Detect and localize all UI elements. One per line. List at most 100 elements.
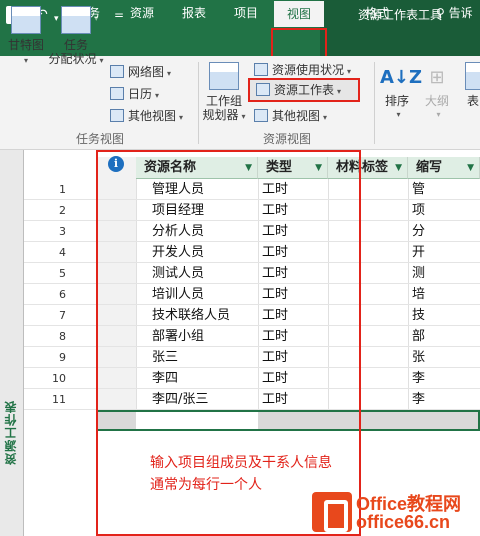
cell-resource-name[interactable]: 李四 — [152, 368, 260, 389]
cell-material-label[interactable] — [332, 326, 408, 347]
table-row[interactable]: 4 开发人员 工时 开 — [24, 242, 480, 263]
cell-initials[interactable]: 张 — [412, 347, 472, 368]
row-number[interactable]: 1 — [24, 179, 66, 200]
task-views-group-label: 任务视图 — [75, 132, 124, 146]
row-number[interactable]: 10 — [24, 368, 66, 389]
column-header-type[interactable]: 类型 ▼ — [258, 157, 328, 179]
cell-resource-name[interactable]: 技术联络人员 — [152, 305, 260, 326]
row-number[interactable]: 7 — [24, 305, 66, 326]
cell-resource-name[interactable]: 测试人员 — [152, 263, 260, 284]
new-entry-row[interactable] — [96, 410, 480, 431]
cell-type[interactable]: 工时 — [262, 200, 328, 221]
table-row[interactable]: 5 测试人员 工时 测 — [24, 263, 480, 284]
cell-resource-name[interactable]: 培训人员 — [152, 284, 260, 305]
table-row[interactable]: 3 分析人员 工时 分 — [24, 221, 480, 242]
cell-type[interactable]: 工时 — [262, 305, 328, 326]
cell-initials[interactable]: 项 — [412, 200, 472, 221]
cell-initials[interactable]: 部 — [412, 326, 472, 347]
table-row[interactable]: 11 李四/张三 工时 李 — [24, 389, 480, 410]
cell-type[interactable]: 工时 — [262, 368, 328, 389]
cell-type[interactable]: 工时 — [262, 221, 328, 242]
cell-type[interactable]: 工时 — [262, 242, 328, 263]
cell-resource-name[interactable]: 分析人员 — [152, 221, 260, 242]
cell-resource-name[interactable]: 管理人员 — [152, 179, 260, 200]
cell-initials[interactable]: 管 — [412, 179, 472, 200]
dropdown-arrow-icon[interactable]: ▼ — [467, 157, 474, 179]
cell-material-label[interactable] — [332, 284, 408, 305]
dropdown-arrow-icon[interactable]: ▼ — [245, 157, 252, 179]
table-row[interactable]: 6 培训人员 工时 培 — [24, 284, 480, 305]
cell-type[interactable]: 工时 — [262, 326, 328, 347]
tables-button[interactable]: 表 — [462, 62, 480, 108]
cell-initials[interactable]: 李 — [412, 368, 472, 389]
task-other-views-button[interactable]: 其他视图 ▾ — [110, 106, 183, 126]
column-header-resource-name[interactable]: 资源名称 ▼ — [136, 157, 258, 179]
calendar-button[interactable]: 日历 ▾ — [110, 84, 159, 104]
dropdown-arrow-icon[interactable]: ▼ — [315, 157, 322, 179]
team-planner-button[interactable]: 工作组 规划器 ▾ — [202, 62, 246, 124]
row-number[interactable]: 8 — [24, 326, 66, 347]
cell-resource-name[interactable]: 开发人员 — [152, 242, 260, 263]
tab-report[interactable]: 报表 — [172, 0, 216, 26]
cell-material-label[interactable] — [332, 242, 408, 263]
row-number[interactable]: 11 — [24, 389, 66, 410]
gantt-chart-label: 甘特图 — [7, 38, 44, 52]
cell-material-label[interactable] — [332, 179, 408, 200]
table-row[interactable]: 7 技术联络人员 工时 技 — [24, 305, 480, 326]
resource-sheet-button[interactable]: 资源工作表 ▾ — [256, 80, 341, 100]
cell-type[interactable]: 工时 — [262, 347, 328, 368]
row-number[interactable]: 2 — [24, 200, 66, 221]
cell-material-label[interactable] — [332, 263, 408, 284]
row-number[interactable]: 3 — [24, 221, 66, 242]
cell-initials[interactable]: 开 — [412, 242, 472, 263]
tell-me-search[interactable]: ⚲ 告诉 — [436, 0, 480, 26]
resource-other-views-button[interactable]: 其他视图 ▾ — [254, 106, 327, 126]
gantt-chart-button[interactable]: 甘特图 ▾ — [6, 6, 46, 68]
tab-format[interactable]: 格式 — [352, 0, 402, 26]
cell-material-label[interactable] — [332, 221, 408, 242]
cell-material-label[interactable] — [332, 305, 408, 326]
resource-usage-button[interactable]: 资源使用状况 ▾ — [254, 60, 351, 80]
dropdown-arrow-icon[interactable]: ▼ — [395, 157, 402, 179]
cell-resource-name[interactable]: 项目经理 — [152, 200, 260, 221]
cell-initials[interactable]: 培 — [412, 284, 472, 305]
tab-view[interactable]: 视图 — [274, 1, 324, 27]
cell-initials[interactable]: 李 — [412, 389, 472, 410]
cell-initials[interactable]: 测 — [412, 263, 472, 284]
cell-initials[interactable]: 技 — [412, 305, 472, 326]
row-number[interactable]: 9 — [24, 347, 66, 368]
cell-type[interactable]: 工时 — [262, 389, 328, 410]
tab-resource[interactable]: 资源 — [120, 0, 164, 26]
gantt-chart-icon — [11, 6, 41, 34]
row-number[interactable]: 4 — [24, 242, 66, 263]
table-row[interactable]: 2 项目经理 工时 项 — [24, 200, 480, 221]
table-row[interactable]: 8 部署小组 工时 部 — [24, 326, 480, 347]
table-row[interactable]: 10 李四 工时 李 — [24, 368, 480, 389]
column-header-label: 资源名称 — [144, 160, 197, 175]
cell-type[interactable]: 工时 — [262, 179, 328, 200]
column-header-initials[interactable]: 缩写 ▼ — [408, 157, 480, 179]
network-diagram-button[interactable]: 网络图 ▾ — [110, 62, 171, 82]
cell-material-label[interactable] — [332, 347, 408, 368]
column-header-material-label[interactable]: 材料标签 ▼ — [328, 157, 408, 179]
cell-type[interactable]: 工时 — [262, 284, 328, 305]
outline-button[interactable]: ⊞ 大纲 ▾ — [420, 62, 454, 122]
task-usage-button[interactable]: 任务 分配状况 ▾ — [48, 6, 104, 68]
cell-material-label[interactable] — [332, 368, 408, 389]
cell-resource-name[interactable]: 李四/张三 — [152, 389, 260, 410]
cell-resource-name[interactable]: 部署小组 — [152, 326, 260, 347]
table-row[interactable]: 1 管理人员 工时 管 — [24, 179, 480, 200]
table-row[interactable]: 9 张三 工时 张 — [24, 347, 480, 368]
cell-type[interactable]: 工时 — [262, 263, 328, 284]
row-number[interactable]: 5 — [24, 263, 66, 284]
task-usage-label: 任务 — [63, 38, 88, 52]
tab-project[interactable]: 项目 — [224, 0, 268, 26]
cell-initials[interactable]: 分 — [412, 221, 472, 242]
cell-resource-name[interactable]: 张三 — [152, 347, 260, 368]
other-views-icon — [110, 109, 124, 122]
cell-material-label[interactable] — [332, 200, 408, 221]
row-number[interactable]: 6 — [24, 284, 66, 305]
new-row-cells[interactable] — [258, 412, 478, 429]
cell-material-label[interactable] — [332, 389, 408, 410]
sort-button[interactable]: A↓Z 排序 ▾ — [380, 62, 422, 122]
